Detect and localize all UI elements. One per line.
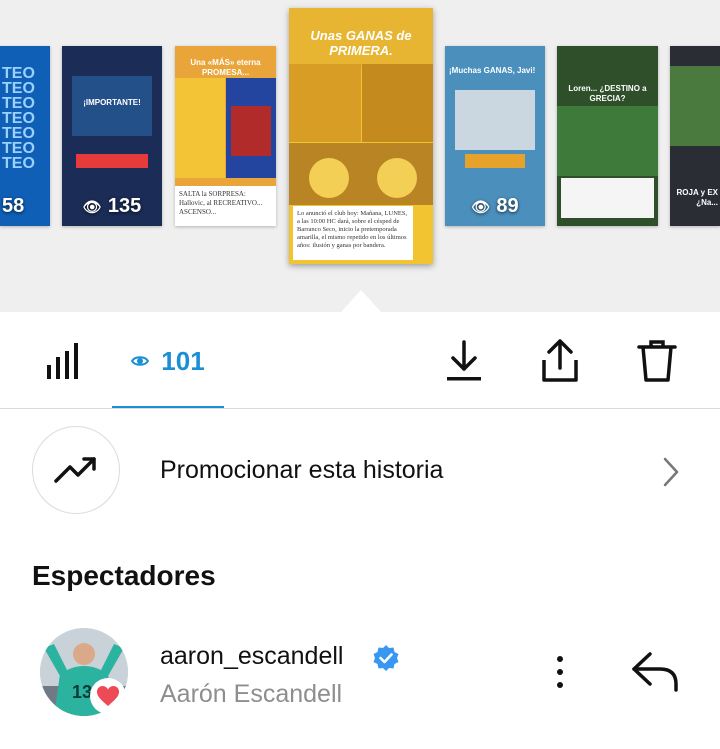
story-thumbnail-text: ROJA y EX ¿Na... <box>676 188 719 207</box>
viewer-username[interactable]: aaron_escandell <box>160 642 343 671</box>
selected-story-caption: Lo anunció el club hoy: Mañana, LUNES, a… <box>293 206 413 260</box>
story-thumbnail[interactable]: TEO TEO TEO TEO TEO TEO TEO 58 <box>0 46 50 226</box>
delete-button[interactable] <box>632 336 682 386</box>
insights-button[interactable] <box>36 336 92 386</box>
promote-story-row[interactable]: Promocionar esta historia <box>0 420 720 524</box>
story-thumbnail[interactable]: Loren... ¿DESTINO a GRECIA? <box>557 46 658 226</box>
story-thumbnail-text: ¡Muchas GANAS, Javi! <box>449 66 536 75</box>
reply-icon[interactable] <box>630 650 680 694</box>
story-thumbnail-text: Una «MÁS» eterna PROMESA... <box>190 58 261 77</box>
stories-strip: TEO TEO TEO TEO TEO TEO TEO 58 ¡IMPORTAN… <box>0 0 720 312</box>
story-thumbnail-text: TEO TEO TEO TEO TEO TEO TEO <box>2 65 35 172</box>
story-view-count: 58 <box>2 195 25 217</box>
trending-up-icon <box>54 457 96 483</box>
share-button[interactable] <box>536 336 584 386</box>
chevron-right-icon <box>663 457 679 487</box>
story-thumbnail-caption: SALTA la SORPRESA: Hallovic, al RECREATI… <box>175 186 276 226</box>
heart-icon <box>97 686 119 706</box>
active-tab-indicator <box>112 406 224 408</box>
eye-icon <box>131 356 150 366</box>
more-options-icon[interactable] <box>548 654 572 690</box>
svg-text:13: 13 <box>72 682 92 702</box>
verified-badge-icon <box>373 645 399 671</box>
views-count: 101 <box>161 345 205 376</box>
story-thumbnail-text: ¡IMPORTANTE! <box>83 98 141 107</box>
story-thumbnail[interactable]: ¡Muchas GANAS, Javi! 👁 89 <box>445 46 545 226</box>
trash-icon <box>637 340 677 382</box>
viewer-full-name: Aarón Escandell <box>160 680 343 708</box>
selected-story[interactable]: Unas GANAS de PRIMERA. Lo anunció el clu… <box>289 8 433 264</box>
story-thumbnail[interactable]: Una «MÁS» eterna PROMESA... SALTA la SOR… <box>175 46 276 226</box>
liked-badge <box>90 678 126 714</box>
story-toolbar: 101 <box>0 312 720 409</box>
bar-chart-icon <box>47 343 78 379</box>
eye-icon: 👁 <box>82 199 102 216</box>
promote-story-label: Promocionar esta historia <box>160 456 444 484</box>
promote-icon-circle <box>32 426 120 514</box>
viewer-row[interactable]: 13 aaron_escandell Aarón Escandell <box>0 620 720 730</box>
eye-icon: 👁 <box>471 199 491 216</box>
download-button[interactable] <box>440 336 488 386</box>
story-thumbnail[interactable]: ROJA y EX ¿Na... <box>670 46 720 226</box>
selected-story-title: Unas GANAS de PRIMERA. <box>310 28 412 58</box>
story-view-count: 👁 89 <box>471 195 519 217</box>
download-icon <box>447 340 481 381</box>
viewers-section-title: Espectadores <box>32 560 216 591</box>
story-thumbnail-text: Loren... ¿DESTINO a GRECIA? <box>568 84 647 103</box>
story-view-count: 👁 135 <box>82 195 142 217</box>
selected-story-pointer <box>341 290 381 312</box>
viewers-tab[interactable]: 101 <box>112 336 224 386</box>
story-thumbnail[interactable]: ¡IMPORTANTE! 👁 135 <box>62 46 162 226</box>
share-icon <box>542 339 578 382</box>
